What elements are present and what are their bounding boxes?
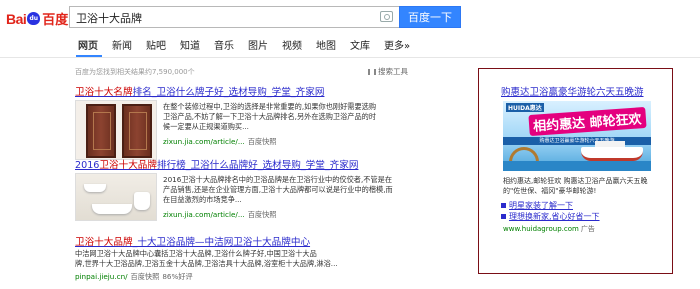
- tab-zhidao[interactable]: 知道: [180, 40, 200, 54]
- search-button[interactable]: 百度一下: [399, 6, 461, 28]
- ad-link-2[interactable]: 理想换新家,省心好省一下: [501, 211, 600, 222]
- ad-banner-strip: 购惠达卫浴赢豪华游轮六天五晚游: [503, 137, 651, 145]
- result-url-3[interactable]: pinpai.jieju.cn/百度快照 86%好评: [75, 272, 193, 282]
- nav-tabs: 网页 新闻 贴吧 知道 音乐 图片 视频 地图 文库 更多»: [78, 40, 424, 54]
- ad-tag: 广告: [580, 225, 595, 233]
- result-desc-1: 在整个装修过程中,卫浴的选择是非常重要的,如果你也刚好需要选购 卫浴产品,不妨了…: [163, 102, 377, 131]
- search-tools-button[interactable]: 搜索工具: [368, 66, 408, 77]
- search-input[interactable]: 卫浴十大品牌: [69, 6, 399, 28]
- tab-map[interactable]: 地图: [316, 40, 336, 54]
- paw-icon: du: [27, 12, 41, 25]
- baidu-logo[interactable]: Bai du 百度: [6, 9, 69, 29]
- tab-news[interactable]: 新闻: [112, 40, 132, 54]
- header-divider: [0, 57, 700, 58]
- tab-wenku[interactable]: 文库: [350, 40, 370, 54]
- cruise-ship-shape: [581, 141, 643, 161]
- bathtub-shape: [92, 204, 132, 214]
- logo-cn-text: 百度: [42, 13, 69, 28]
- result-thumbnail-2[interactable]: [75, 173, 157, 221]
- ad-brand: HUIDA惠达: [506, 103, 544, 112]
- tab-web[interactable]: 网页: [78, 40, 98, 54]
- ad-slogan: 相约惠达 邮轮狂欢: [528, 106, 647, 137]
- ad-description: 相约惠达,邮轮狂欢 购惠达卫浴产品赢六天五晚的"佐世保、福冈"豪华邮轮游!: [503, 177, 648, 195]
- toilet-shape: [134, 192, 150, 210]
- result-title-3[interactable]: 卫浴十大品牌_十大卫浴品牌—中洁网卫浴十大品牌中心: [75, 234, 310, 248]
- tab-more[interactable]: 更多»: [384, 40, 410, 54]
- result-thumbnail-1[interactable]: [75, 100, 157, 160]
- snapshot-link[interactable]: 百度快照: [248, 137, 277, 146]
- tab-tieba[interactable]: 贴吧: [146, 40, 166, 54]
- sink-shape: [84, 184, 106, 192]
- tools-icon: [368, 68, 376, 75]
- door-image: [122, 104, 152, 158]
- logo-text: Bai: [6, 10, 27, 27]
- results-count: 百度为您找到相关结果约7,590,000个: [75, 68, 195, 76]
- ad-link-1[interactable]: 明星家装了解一下: [501, 200, 600, 211]
- ad-title[interactable]: 购惠达卫浴赢豪华游轮六天五晚游: [501, 84, 644, 98]
- snapshot-link[interactable]: 百度快照: [131, 272, 160, 281]
- search-tools-label: 搜索工具: [378, 67, 408, 76]
- result-title-1[interactable]: 卫浴十大名牌排名_卫浴什么牌子好_选材导购_学堂_齐家网: [75, 84, 324, 98]
- result-title-2[interactable]: 2016卫浴十大品牌排行榜_卫浴什么品牌好_选材导购_学堂_齐家网: [75, 157, 358, 171]
- bullet-icon: [501, 203, 506, 208]
- result-desc-2: 2016卫浴十大品牌排名中的卫浴品牌是在卫浴行业中的佼佼者,不管是在 产品销售,…: [163, 175, 393, 204]
- result-url-1[interactable]: zixun.jia.com/article/... 百度快照: [163, 137, 276, 147]
- ad-url[interactable]: www.huidagroup.com 广告: [503, 224, 595, 234]
- snapshot-link[interactable]: 百度快照: [248, 210, 277, 219]
- search-query: 卫浴十大品牌: [76, 12, 142, 25]
- ad-panel: 购惠达卫浴赢豪华游轮六天五晚游 HUIDA惠达 相约惠达 邮轮狂欢 购惠达卫浴赢…: [478, 68, 673, 274]
- bullet-icon: [501, 214, 506, 219]
- camera-icon[interactable]: [380, 11, 393, 22]
- ad-links: 明星家装了解一下 理想换新家,省心好省一下: [501, 200, 600, 222]
- tab-images[interactable]: 图片: [248, 40, 268, 54]
- result-url-2[interactable]: zixun.jia.com/article/... 百度快照: [163, 210, 276, 220]
- ad-banner-image[interactable]: HUIDA惠达 相约惠达 邮轮狂欢 购惠达卫浴赢豪华游轮六天五晚游: [503, 101, 651, 171]
- door-image: [86, 104, 116, 158]
- rating-text: 86%好评: [162, 272, 193, 281]
- tab-video[interactable]: 视频: [282, 40, 302, 54]
- sea-shape: [503, 161, 651, 171]
- tab-music[interactable]: 音乐: [214, 40, 234, 54]
- result-desc-3: 中洁网卫浴十大品牌中心囊括卫浴十大品牌,卫浴什么牌子好,中国卫浴十大品 牌,世界…: [75, 249, 338, 268]
